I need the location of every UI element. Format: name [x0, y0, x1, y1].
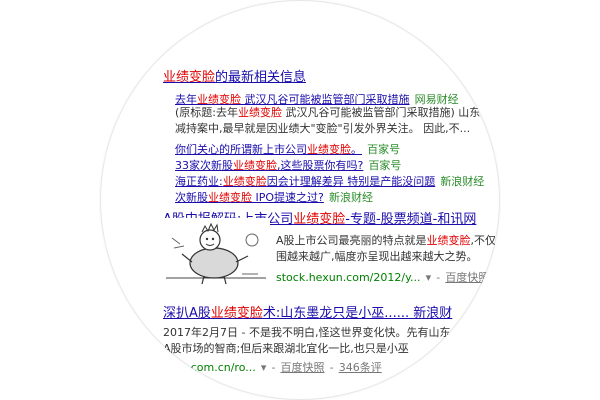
news-item-5: 次新股业绩变脸 IPO提速之过? 新浪财经	[175, 186, 373, 205]
magnifier-circle: 业绩变脸的最新相关信息 去年业绩变脸 武汉凡谷可能被监管部门采取措施 网易财经 …	[100, 0, 500, 400]
news-item-5-highlight: 业绩变脸	[208, 191, 252, 204]
separator: -	[436, 271, 441, 284]
result-3-url[interactable]: ...na.com.cn/ro...	[163, 361, 256, 374]
separator: -	[329, 361, 334, 374]
result-1-title-highlight: 业绩变脸	[163, 70, 216, 85]
news-excerpt-line-1: (原标题:去年业绩变脸 武汉凡谷可能被监管部门采取措施) 山东	[175, 104, 480, 120]
result-2-url-row: stock.hexun.com/2012/y... ▾ - 百度快照	[276, 266, 489, 285]
result-3-title-pre: 深扒A股	[163, 306, 211, 321]
excerpt-post: 武汉凡谷可能被监管部门采取措施) 山东	[282, 106, 481, 119]
cartoon-illustration-icon	[162, 218, 270, 288]
result-3-comments-link[interactable]: 346条评	[339, 361, 382, 374]
result-2-url[interactable]: stock.hexun.com/2012/y...	[276, 271, 421, 284]
separator: -	[271, 361, 276, 374]
result-2-snippet-line-2: 围越来越广,幅度亦呈现出越来越大之势。	[276, 250, 478, 263]
result-1-title-rest: 的最新相关信息	[215, 70, 307, 85]
result-3-snippet-line-1: 2017年2月7日 - 不是我不明白,怪这世界变化快。先有山东	[163, 326, 451, 339]
result-3-snapshot-link[interactable]: 百度快照	[281, 361, 325, 374]
dropdown-arrow-icon[interactable]: ▾	[426, 271, 432, 284]
result-3-title-post: 术:山东墨龙只是小巫...... 新浪财	[262, 306, 453, 321]
excerpt-highlight: 业绩变脸	[238, 106, 282, 119]
news-item-5-post: IPO提速之过?	[252, 191, 324, 204]
search-results: 业绩变脸的最新相关信息 去年业绩变脸 武汉凡谷可能被监管部门采取措施 网易财经 …	[100, 0, 500, 400]
result-2-snippet-line-1: A股上市公司最亮丽的特点就是业绩变脸,不仅	[276, 232, 496, 248]
r2-s1-post: ,不仅	[470, 234, 497, 247]
news-item-5-link[interactable]: 次新股业绩变脸 IPO提速之过?	[175, 191, 324, 204]
result-2-title-post: -专题-股票频道-和讯网	[345, 212, 477, 227]
result-3-title[interactable]: 深扒A股业绩变脸术:山东墨龙只是小巫...... 新浪财	[163, 302, 452, 321]
news-item-5-source[interactable]: 新浪财经	[329, 191, 373, 204]
result-2-title-highlight: 业绩变脸	[293, 212, 346, 227]
dropdown-arrow-icon[interactable]: ▾	[261, 361, 267, 374]
news-item-5-pre: 次新股	[175, 191, 208, 204]
result-3-url-row: ...na.com.cn/ro... ▾ - 百度快照 - 346条评	[163, 356, 382, 375]
r2-s1-highlight: 业绩变脸	[426, 234, 471, 247]
result-2-thumbnail[interactable]	[162, 218, 270, 288]
result-3-snippet-line-2: A股市场的智商;但后来跟湖北宜化一比,也只是小巫	[163, 342, 409, 355]
result-3-title-highlight: 业绩变脸	[210, 306, 263, 321]
news-excerpt-line-2: 减持案中,最早就是因业绩大"变脸"引发外界关注。 因此,不...	[175, 122, 471, 135]
news-item-4-source[interactable]: 新浪财经	[440, 175, 484, 188]
r2-s1-pre: A股上市公司最亮丽的特点就是	[276, 234, 427, 247]
result-1-title[interactable]: 业绩变脸的最新相关信息	[163, 66, 306, 85]
result-2-snapshot-link[interactable]: 百度快照	[445, 271, 489, 284]
excerpt-pre: (原标题:去年	[175, 106, 238, 119]
